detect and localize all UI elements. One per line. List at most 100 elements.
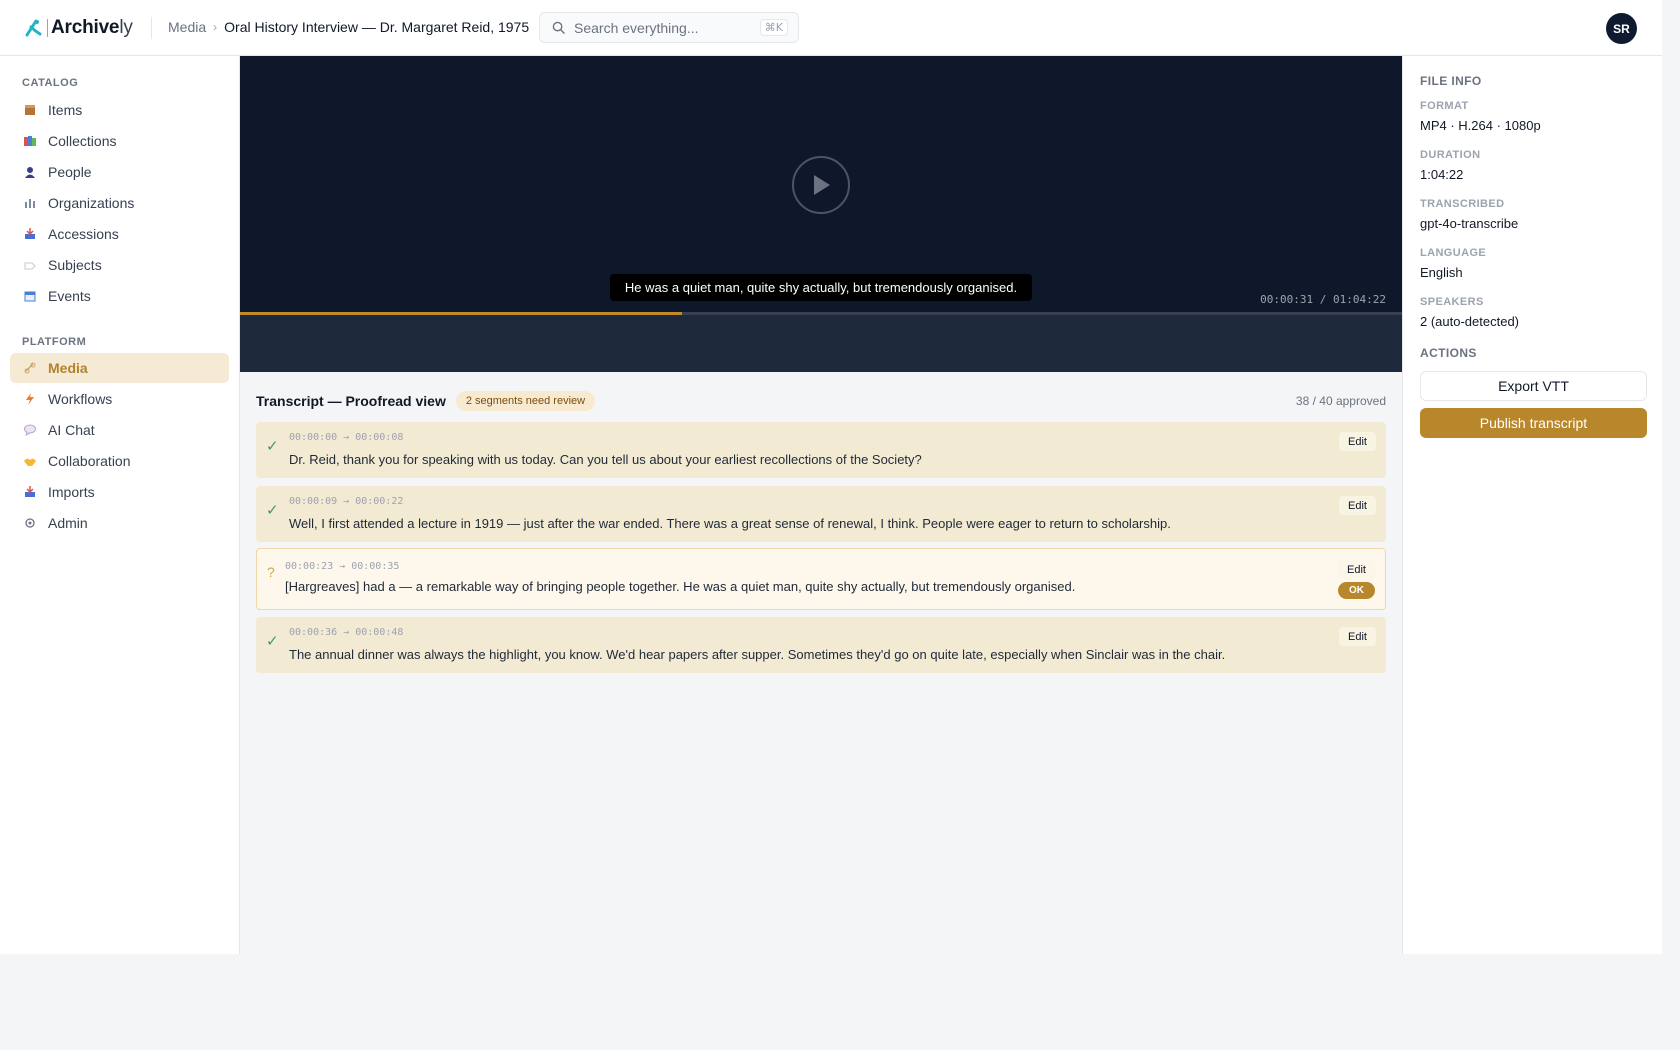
logo-divider [47,19,48,37]
tray-icon [24,486,36,498]
sidebar-item-media[interactable]: Media [10,353,229,383]
archively-logo-icon [25,19,42,37]
transcript-segment[interactable]: ✓ 00:00:00 → 00:00:08 Dr. Reid, thank yo… [256,422,1386,478]
transcript-segment[interactable]: ✓ 00:00:09 → 00:00:22 Well, I first atte… [256,486,1386,542]
sidebar-item-items[interactable]: Items [10,95,229,125]
speakers-label: SPEAKERS [1420,296,1484,308]
sidebar-item-label: Subjects [48,257,102,273]
sidebar-item-label: Items [48,102,83,118]
approved-check-icon: ✓ [266,502,279,519]
needs-review-icon: ? [267,564,275,580]
search-shortcut-hint: ⌘K [759,19,788,36]
edit-button[interactable]: Edit [1339,627,1376,646]
sidebar-item-people[interactable]: People [10,157,229,187]
main-content: He was a quiet man, quite shy actually, … [240,56,1402,954]
sidebar-item-collaboration[interactable]: Collaboration [10,446,229,476]
sidebar-item-organizations[interactable]: Organizations [10,188,229,218]
sidebar-section-platform: PLATFORM [22,336,87,348]
breadcrumb-current: Oral History Interview — Dr. Margaret Re… [224,19,530,35]
sidebar-item-collections[interactable]: Collections [10,126,229,156]
link-icon [24,362,36,374]
sidebar-item-label: Media [48,360,88,376]
language-label: LANGUAGE [1420,247,1487,259]
sidebar-item-subjects[interactable]: Subjects [10,250,229,280]
segment-times: 00:00:09 → 00:00:22 [289,496,404,507]
gear-icon [24,517,36,529]
breadcrumb-parent[interactable]: Media [168,19,206,35]
chat-bubble-icon [24,424,36,436]
sidebar-item-events[interactable]: Events [10,281,229,311]
play-button[interactable] [792,156,850,214]
header-divider [151,17,152,39]
breadcrumb-chevron-icon: › [213,20,218,34]
file-info-panel: FILE INFO FORMAT MP4 · H.264 · 1080p DUR… [1402,56,1662,954]
player-controls-bar [240,315,1402,372]
format-label: FORMAT [1420,100,1469,112]
global-search[interactable]: ⌘K [539,12,799,43]
handshake-icon [24,455,36,467]
segment-text: The annual dinner was always the highlig… [289,647,1226,662]
segment-text: Dr. Reid, thank you for speaking with us… [289,452,922,467]
video-player[interactable]: He was a quiet man, quite shy actually, … [240,56,1402,313]
sidebar-item-label: Collaboration [48,453,131,469]
video-caption: He was a quiet man, quite shy actually, … [610,274,1032,301]
sidebar-item-label: People [48,164,92,180]
edit-button[interactable]: Edit [1339,496,1376,515]
export-vtt-button[interactable]: Export VTT [1420,371,1647,401]
sidebar-item-imports[interactable]: Imports [10,477,229,507]
tag-icon [24,259,36,271]
search-input[interactable] [574,19,754,36]
segment-times: 00:00:00 → 00:00:08 [289,432,404,443]
edit-button[interactable]: Edit [1339,432,1376,451]
sidebar-item-label: Organizations [48,195,135,211]
brand-logo[interactable]: Archively [22,16,133,40]
sidebar: CATALOG Items Collections People Organiz… [0,56,240,954]
video-timecode: 00:00:31 / 01:04:22 [1260,293,1386,306]
transcribed-label: TRANSCRIBED [1420,198,1505,210]
top-header: Archively Media › Oral History Interview… [0,0,1662,56]
format-value: MP4 · H.264 · 1080p [1420,118,1541,133]
transcript-segment-pending[interactable]: ? 00:00:23 → 00:00:35 [Hargreaves] had a… [256,548,1386,610]
sidebar-section-catalog: CATALOG [22,77,79,89]
edit-button[interactable]: Edit [1338,560,1375,579]
package-icon [24,104,36,116]
inbox-icon [24,228,36,240]
segment-times: 00:00:36 → 00:00:48 [289,627,404,638]
building-icon [24,197,36,209]
review-badge: 2 segments need review [455,391,596,411]
duration-label: DURATION [1420,149,1481,161]
search-icon [552,21,565,34]
approved-count: 38 / 40 approved [1295,394,1386,408]
approve-ok-button[interactable]: OK [1338,582,1375,599]
sidebar-item-label: Admin [48,515,88,531]
transcribed-value: gpt-4o-transcribe [1420,216,1519,231]
user-avatar[interactable]: SR [1606,13,1637,44]
transcript-title: Transcript — Proofread view [256,393,446,409]
sidebar-item-accessions[interactable]: Accessions [10,219,229,249]
file-info-title: FILE INFO [1420,74,1482,88]
sidebar-item-label: Workflows [48,391,113,407]
play-icon [814,175,830,195]
sidebar-item-label: Collections [48,133,117,149]
duration-value: 1:04:22 [1420,167,1464,182]
approved-check-icon: ✓ [266,633,279,650]
breadcrumb: Media › Oral History Interview — Dr. Mar… [168,19,529,35]
app-window: Archively Media › Oral History Interview… [0,0,1662,954]
sidebar-item-workflows[interactable]: Workflows [10,384,229,414]
calendar-icon [24,290,36,302]
sidebar-item-ai-chat[interactable]: AI Chat [10,415,229,445]
actions-title: ACTIONS [1420,346,1477,360]
books-icon [24,135,36,147]
approved-check-icon: ✓ [266,438,279,455]
transcript-segment[interactable]: ✓ 00:00:36 → 00:00:48 The annual dinner … [256,617,1386,673]
language-value: English [1420,265,1463,280]
brand-name: Archively [51,17,133,38]
sidebar-item-admin[interactable]: Admin [10,508,229,538]
segment-text: [Hargreaves] had a — a remarkable way of… [285,579,1076,594]
segment-times: 00:00:23 → 00:00:35 [285,561,400,572]
person-icon [24,166,36,178]
publish-transcript-button[interactable]: Publish transcript [1420,408,1647,438]
speakers-value: 2 (auto-detected) [1420,314,1520,329]
sidebar-item-label: Accessions [48,226,119,242]
lightning-icon [24,393,36,405]
